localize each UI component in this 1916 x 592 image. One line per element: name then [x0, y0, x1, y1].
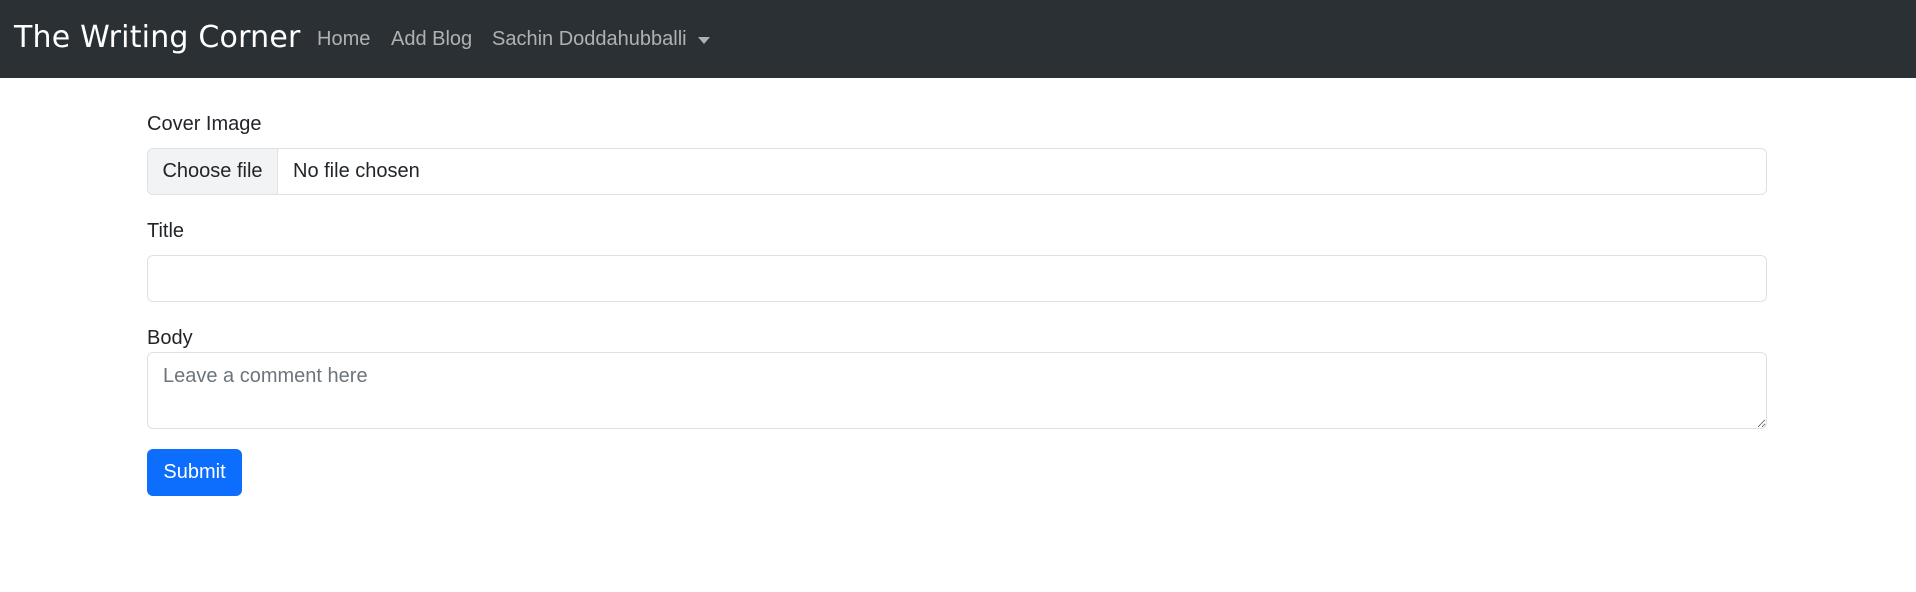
top-navbar: The Writing Corner Home Add Blog Sachin …: [0, 0, 1916, 78]
user-name: Sachin Doddahubballi: [492, 28, 687, 50]
brand-logo-text[interactable]: The Writing Corner: [14, 18, 301, 58]
body-textarea[interactable]: [147, 352, 1767, 429]
submit-button[interactable]: Submit: [147, 449, 242, 496]
nav-link-home[interactable]: Home: [317, 26, 370, 52]
title-label: Title: [147, 220, 185, 242]
user-dropdown-toggle[interactable]: Sachin Doddahubballi: [492, 26, 710, 52]
caret-down-icon: [697, 36, 710, 44]
nav-link-add-blog[interactable]: Add Blog: [391, 26, 472, 52]
body-label: Body: [147, 327, 193, 349]
file-status-text: No file chosen: [293, 160, 420, 182]
choose-file-button[interactable]: Choose file: [148, 149, 278, 194]
cover-image-label: Cover Image: [147, 113, 262, 135]
cover-image-file-input[interactable]: Choose file No file chosen: [147, 148, 1767, 195]
title-input[interactable]: [147, 255, 1767, 302]
